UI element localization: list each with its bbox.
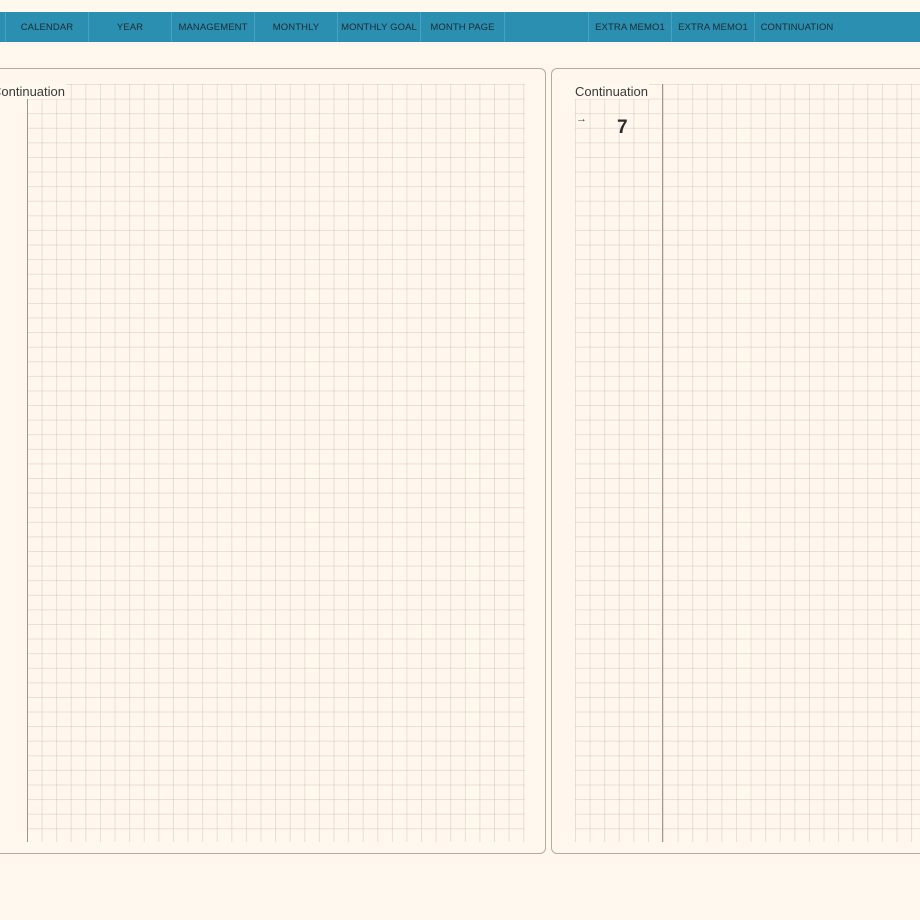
nav-tab-monthly[interactable]: MONTHLY <box>255 12 338 42</box>
right-page-title: Continuation <box>574 84 649 99</box>
arrow-icon: → <box>576 113 587 125</box>
nav-tab-continuation[interactable]: CONTINUATION <box>755 12 839 42</box>
right-grid-area[interactable] <box>663 84 920 842</box>
nav-tab-blank[interactable] <box>505 12 589 42</box>
nav-tab-calendar[interactable]: CALENDAR <box>6 12 89 42</box>
nav-tab-month-page[interactable]: MONTH PAGE <box>421 12 505 42</box>
right-margin-grid[interactable] <box>575 84 661 842</box>
left-grid-area[interactable] <box>27 84 525 842</box>
right-margin-line <box>662 84 664 842</box>
nav-tab-management[interactable]: MANAGEMENT <box>172 12 255 42</box>
left-note-panel: Continuation <box>0 68 546 854</box>
left-margin-line <box>27 84 29 842</box>
top-navigation-bar: CALENDAR YEAR MANAGEMENT MONTHLY MONTHLY… <box>0 12 920 42</box>
nav-tab-extra-memo-2[interactable]: EXTRA MEMO1 <box>672 12 755 42</box>
planner-page: CALENDAR YEAR MANAGEMENT MONTHLY MONTHLY… <box>0 0 920 920</box>
left-page-title: Continuation <box>0 84 66 99</box>
page-number: 7 <box>617 117 628 138</box>
nav-tab-year[interactable]: YEAR <box>89 12 172 42</box>
nav-tab-extra-memo-1[interactable]: EXTRA MEMO1 <box>589 12 672 42</box>
nav-tab-monthly-goal[interactable]: MONTHLY GOAL <box>338 12 421 42</box>
right-note-panel: Continuation → 7 <box>551 68 920 854</box>
